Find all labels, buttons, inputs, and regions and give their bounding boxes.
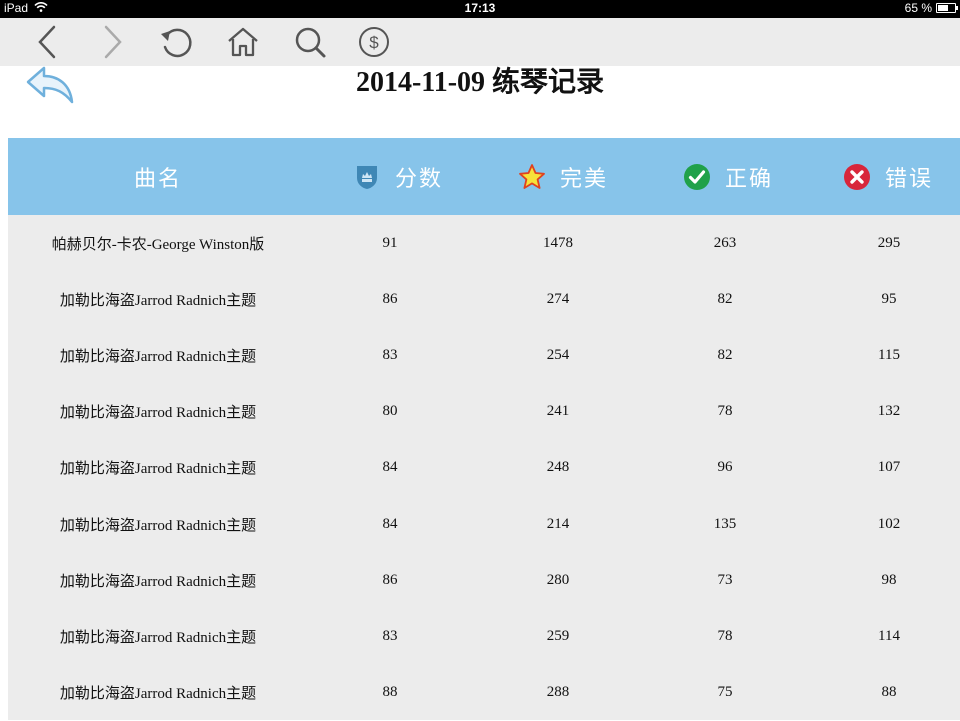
dollar-icon[interactable]: $: [356, 24, 392, 60]
cell-correct: 75: [717, 684, 733, 701]
cell-perfect: 259: [546, 627, 570, 644]
header-score: 分数: [338, 138, 458, 215]
cell-name: 加勒比海盗Jarrod Radnich主题: [59, 573, 257, 590]
cell-correct: 263: [713, 234, 737, 251]
table-row[interactable]: 加勒比海盗Jarrod Radnich主题 80 241 78 132: [8, 384, 960, 440]
battery-icon: [936, 3, 958, 13]
cell-correct: 82: [717, 290, 733, 307]
header-score-label: 分数: [394, 166, 443, 192]
table-row[interactable]: 加勒比海盗Jarrod Radnich主题 86 280 73 98: [8, 552, 960, 608]
header-name-label: 曲名: [133, 166, 182, 192]
cell-name: 加勒比海盗Jarrod Radnich主题: [59, 348, 257, 365]
cell-score: 80: [382, 403, 398, 420]
cell-name: 加勒比海盗Jarrod Radnich主题: [59, 292, 257, 309]
check-circle-icon: [683, 163, 711, 191]
cell-error: 295: [877, 234, 901, 251]
cell-correct: 96: [717, 459, 733, 476]
cell-error: 95: [881, 290, 897, 307]
header-perfect-label: 完美: [559, 166, 608, 192]
cell-score: 86: [382, 571, 398, 588]
cell-name: 加勒比海盗Jarrod Radnich主题: [59, 461, 257, 478]
table-row[interactable]: 加勒比海盗Jarrod Radnich主题 83 254 82 115: [8, 327, 960, 383]
cell-name: 加勒比海盗Jarrod Radnich主题: [59, 686, 257, 703]
cell-correct: 78: [717, 627, 733, 644]
cell-perfect: 280: [546, 571, 570, 588]
header-perfect: 完美: [503, 138, 623, 215]
status-clock: 17:13: [464, 1, 496, 15]
table-row[interactable]: 帕赫贝尔-卡农-George Winston版 91 1478 263 295: [8, 215, 960, 271]
cell-error: 132: [877, 403, 901, 420]
header-correct: 正确: [668, 138, 788, 215]
score-shield-icon: [353, 163, 381, 191]
cell-score: 86: [382, 290, 398, 307]
table-row[interactable]: 加勒比海盗Jarrod Radnich主题 86 274 82 95: [8, 271, 960, 327]
star-icon: [518, 163, 546, 191]
cell-name: 加勒比海盗Jarrod Radnich主题: [59, 629, 257, 646]
cell-score: 84: [382, 515, 398, 532]
cell-name: 加勒比海盗Jarrod Radnich主题: [59, 405, 257, 422]
status-bar: iPad 17:13 65 %: [0, 0, 960, 18]
cell-error: 88: [881, 684, 897, 701]
header-error: 错误: [828, 138, 948, 215]
cell-error: 98: [881, 571, 897, 588]
browser-toolbar: $: [0, 18, 960, 66]
cell-score: 91: [382, 234, 398, 251]
table-row[interactable]: 加勒比海盗Jarrod Radnich主题 88 288 75 88: [8, 665, 960, 721]
forward-icon[interactable]: [94, 24, 130, 60]
cell-correct: 78: [717, 403, 733, 420]
table-row[interactable]: 加勒比海盗Jarrod Radnich主题 83 259 78 114: [8, 608, 960, 664]
cell-score: 88: [382, 684, 398, 701]
cell-perfect: 254: [546, 346, 570, 363]
cell-perfect: 1478: [543, 234, 573, 251]
cell-correct: 135: [713, 515, 737, 532]
cell-error: 114: [878, 627, 900, 644]
cell-score: 83: [382, 627, 398, 644]
cell-perfect: 274: [546, 290, 570, 307]
cell-score: 84: [382, 459, 398, 476]
header-error-label: 错误: [884, 166, 933, 192]
cell-error: 115: [878, 346, 900, 363]
page-title: 2014-11-09 练琴记录: [355, 67, 605, 98]
battery-percent: 65 %: [904, 1, 932, 15]
cell-correct: 73: [717, 571, 733, 588]
cell-perfect: 248: [546, 459, 570, 476]
cell-error: 107: [877, 459, 901, 476]
table-row[interactable]: 加勒比海盗Jarrod Radnich主题 84 214 135 102: [8, 496, 960, 552]
page-header: 2014-11-09 练琴记录: [0, 66, 960, 138]
home-icon[interactable]: [225, 24, 261, 60]
header-correct-label: 正确: [724, 166, 773, 192]
practice-record-table: 曲名 分数 完美 正确 错误 帕赫贝尔-卡农-George Winston版 9…: [8, 138, 960, 720]
back-icon[interactable]: [30, 24, 66, 60]
cell-perfect: 214: [546, 515, 570, 532]
cell-name: 加勒比海盗Jarrod Radnich主题: [59, 517, 257, 534]
table-header: 曲名 分数 完美 正确 错误: [8, 138, 960, 215]
cell-name: 帕赫贝尔-卡农-George Winston版: [51, 236, 265, 253]
cell-correct: 82: [717, 346, 733, 363]
header-name: 曲名: [68, 138, 248, 215]
error-x-circle-icon: [843, 163, 871, 191]
cell-error: 102: [877, 515, 901, 532]
cell-perfect: 288: [546, 684, 570, 701]
cell-score: 83: [382, 346, 398, 363]
reload-icon[interactable]: [158, 24, 194, 60]
search-icon[interactable]: [292, 24, 328, 60]
table-row[interactable]: 加勒比海盗Jarrod Radnich主题 84 248 96 107: [8, 440, 960, 496]
svg-text:$: $: [369, 33, 379, 52]
cell-perfect: 241: [546, 403, 570, 420]
